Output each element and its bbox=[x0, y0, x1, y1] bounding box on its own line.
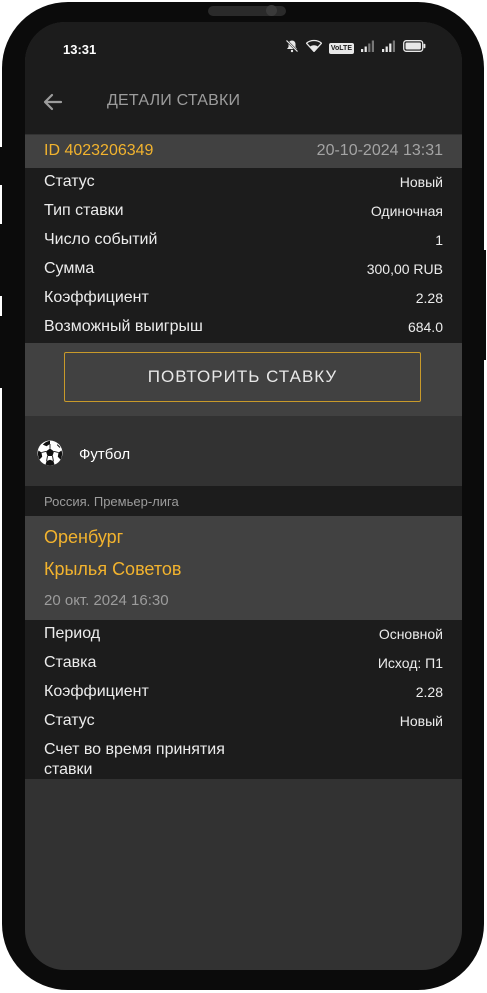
detail-label: Ставка bbox=[44, 654, 97, 671]
detail-row-status: Статус Новый bbox=[25, 168, 462, 197]
detail-label: Коэффициент bbox=[44, 683, 149, 700]
team-away: Крылья Советов bbox=[44, 559, 182, 579]
volte-icon: VoLTE bbox=[328, 42, 354, 54]
repeat-bet-button[interactable]: ПОВТОРИТЬ СТАВКУ bbox=[64, 352, 421, 402]
soccer-ball-icon bbox=[37, 440, 63, 466]
phone-side-button bbox=[0, 147, 4, 185]
detail-label: Возможный выигрыш bbox=[44, 318, 203, 335]
wifi-icon bbox=[305, 39, 323, 57]
detail-value: Одиночная bbox=[370, 203, 443, 219]
phone-side-button bbox=[0, 316, 4, 388]
detail-row-amount: Сумма 300,00 RUB bbox=[25, 255, 462, 284]
mute-icon bbox=[285, 39, 299, 58]
phone-side-button bbox=[482, 250, 486, 360]
match-date: 20 окт. 2024 16:30 bbox=[44, 592, 169, 609]
detail-row-bet-type: Тип ставки Одиночная bbox=[25, 197, 462, 226]
detail-value: Новый bbox=[399, 174, 443, 190]
detail-value: Новый bbox=[399, 713, 443, 729]
detail-value: Исход: П1 bbox=[377, 655, 443, 671]
detail-label: Коэффициент bbox=[44, 289, 149, 306]
battery-icon bbox=[403, 39, 426, 57]
event-row-bet: Ставка Исход: П1 bbox=[25, 649, 462, 678]
detail-value: Основной bbox=[378, 626, 443, 642]
event-row-period: Период Основной bbox=[25, 620, 462, 649]
detail-value: 300,00 RUB bbox=[366, 261, 443, 277]
bet-id: ID 4023206349 bbox=[44, 142, 154, 159]
page-title: ДЕТАЛИ СТАВКИ bbox=[107, 92, 241, 109]
repeat-bet-section: ПОВТОРИТЬ СТАВКУ bbox=[25, 343, 462, 416]
phone-side-button bbox=[0, 224, 4, 296]
bet-id-row: ID 4023206349 20-10-2024 13:31 bbox=[25, 135, 462, 168]
screen: 13:31 VoLTE ДЕТАЛИ СТАВКИ ID 4023206349 … bbox=[25, 22, 462, 970]
detail-label: Период bbox=[44, 625, 101, 642]
sport-name: Футбол bbox=[79, 446, 131, 463]
match-card[interactable]: Оренбург Крылья Советов 20 окт. 2024 16:… bbox=[25, 516, 462, 620]
detail-row-possible-win: Возможный выигрыш 684.0 bbox=[25, 313, 462, 342]
detail-label: Число событий bbox=[44, 231, 158, 248]
score-at-bet-label: Счет во время принятия ставки bbox=[44, 741, 225, 778]
bet-details: Статус Новый Тип ставки Одиночная Число … bbox=[25, 168, 462, 343]
arrow-left-icon[interactable] bbox=[41, 90, 65, 114]
detail-row-odds: Коэффициент 2.28 bbox=[25, 284, 462, 313]
detail-row-events-count: Число событий 1 bbox=[25, 226, 462, 255]
team-home: Оренбург bbox=[44, 527, 124, 547]
league-name: Россия. Премьер-лига bbox=[44, 494, 179, 509]
sport-header: Футбол bbox=[25, 416, 462, 486]
detail-value: 684.0 bbox=[407, 319, 443, 335]
league-row: Россия. Премьер-лига bbox=[25, 486, 462, 516]
detail-label: Статус bbox=[44, 173, 95, 190]
signal-icon bbox=[382, 39, 396, 57]
status-time: 13:31 bbox=[63, 42, 97, 57]
detail-value: 2.28 bbox=[415, 684, 443, 700]
event-row-odds: Коэффициент 2.28 bbox=[25, 678, 462, 707]
app-bar: ДЕТАЛИ СТАВКИ bbox=[25, 74, 462, 134]
detail-value: 2.28 bbox=[415, 290, 443, 306]
detail-label: Тип ставки bbox=[44, 202, 124, 219]
event-row-status: Статус Новый bbox=[25, 707, 462, 736]
bet-datetime: 20-10-2024 13:31 bbox=[316, 142, 443, 159]
detail-value: 1 bbox=[435, 232, 443, 248]
detail-label: Сумма bbox=[44, 260, 95, 277]
status-bar: 13:31 VoLTE bbox=[25, 22, 462, 74]
status-icons: VoLTE bbox=[285, 39, 426, 58]
detail-label: Статус bbox=[44, 712, 95, 729]
signal-icon bbox=[361, 39, 375, 57]
front-camera bbox=[266, 5, 277, 16]
